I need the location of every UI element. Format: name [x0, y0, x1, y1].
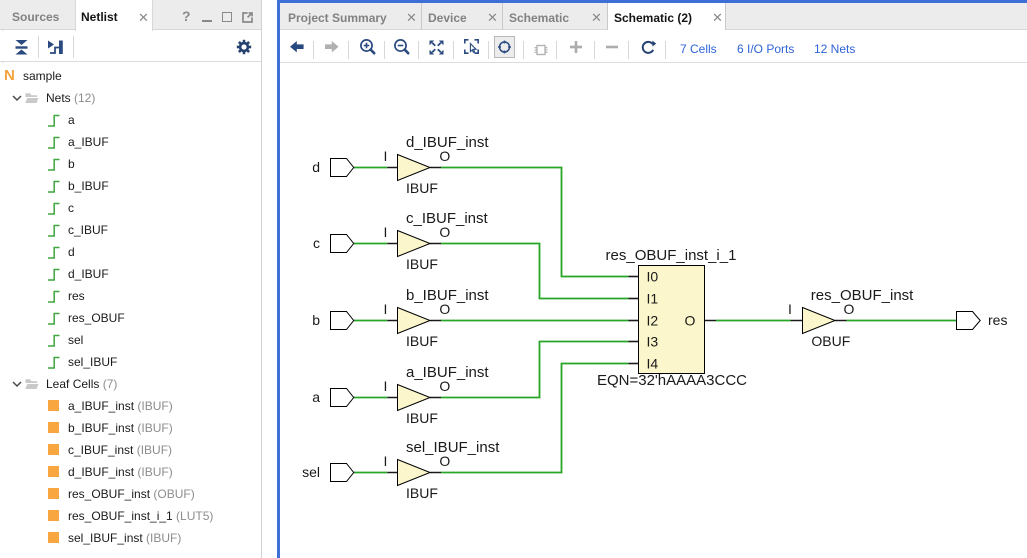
- svg-text:IBUF: IBUF: [406, 333, 438, 349]
- svg-text:O: O: [685, 313, 696, 329]
- svg-text:I: I: [384, 148, 388, 164]
- svg-text:a: a: [312, 389, 320, 405]
- svg-text:EQN=32'hAAAA3CCC: EQN=32'hAAAA3CCC: [597, 372, 747, 389]
- svg-text:IBUF: IBUF: [406, 410, 438, 426]
- svg-text:I: I: [384, 224, 388, 240]
- svg-text:I4: I4: [647, 356, 659, 372]
- svg-text:res_OBUF_inst_i_1: res_OBUF_inst_i_1: [606, 247, 737, 264]
- svg-text:I3: I3: [647, 334, 659, 350]
- svg-text:res: res: [988, 312, 1007, 328]
- svg-text:b_IBUF_inst: b_IBUF_inst: [406, 287, 489, 304]
- svg-text:I0: I0: [647, 269, 659, 285]
- svg-text:c: c: [313, 235, 320, 251]
- svg-text:OBUF: OBUF: [811, 333, 850, 349]
- svg-text:I: I: [384, 301, 388, 317]
- svg-text:b: b: [312, 312, 320, 328]
- svg-text:IBUF: IBUF: [406, 485, 438, 501]
- svg-text:sel: sel: [302, 464, 320, 480]
- svg-text:IBUF: IBUF: [406, 180, 438, 196]
- svg-text:I2: I2: [647, 313, 659, 329]
- svg-text:I: I: [788, 301, 792, 317]
- svg-text:res_OBUF_inst: res_OBUF_inst: [811, 287, 914, 304]
- svg-text:d_IBUF_inst: d_IBUF_inst: [406, 134, 489, 151]
- svg-text:a_IBUF_inst: a_IBUF_inst: [406, 364, 489, 381]
- svg-text:c_IBUF_inst: c_IBUF_inst: [406, 210, 489, 227]
- svg-text:sel_IBUF_inst: sel_IBUF_inst: [406, 439, 500, 456]
- svg-text:I: I: [384, 453, 388, 469]
- svg-text:I1: I1: [647, 291, 659, 307]
- svg-text:I: I: [384, 378, 388, 394]
- svg-text:IBUF: IBUF: [406, 256, 438, 272]
- svg-text:d: d: [312, 159, 320, 175]
